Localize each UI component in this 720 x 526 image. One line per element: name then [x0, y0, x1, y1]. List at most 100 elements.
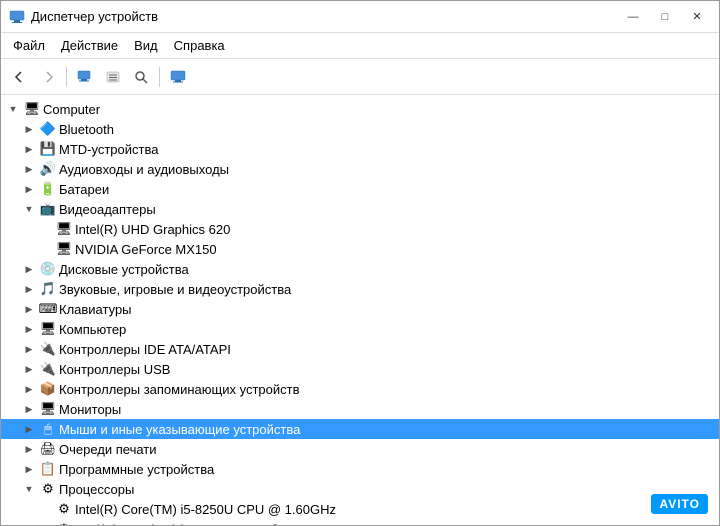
toolbar-back-button[interactable] — [7, 64, 33, 90]
tree-item-cpu2[interactable]: ⚙Intel(R) Core(TM) i5-8250U CPU @ 1.60GH… — [1, 519, 719, 525]
tree-item-processors[interactable]: ▼⚙Процессоры — [1, 479, 719, 499]
item-label-keyboard: Клавиатуры — [59, 302, 132, 317]
item-label-cpu1: Intel(R) Core(TM) i5-8250U CPU @ 1.60GHz — [75, 502, 336, 517]
item-icon-mtd: 💾 — [40, 141, 56, 157]
expand-btn-print[interactable]: ▶ — [21, 441, 37, 457]
item-icon-print: 🖨 — [40, 441, 56, 457]
tree-item-software[interactable]: ▶📋Программные устройства — [1, 459, 719, 479]
item-label-computer: Computer — [43, 102, 100, 117]
menu-bar: ФайлДействиеВидСправка — [1, 33, 719, 59]
computer-icon — [77, 70, 93, 84]
tree-item-mtd[interactable]: ▶💾MTD-устройства — [1, 139, 719, 159]
tree-item-monitors[interactable]: ▶🖥Мониторы — [1, 399, 719, 419]
item-label-usb: Контроллеры USB — [59, 362, 170, 377]
expand-btn-gpu1 — [37, 221, 53, 237]
expand-btn-monitors[interactable]: ▶ — [21, 401, 37, 417]
toolbar-computer-button[interactable] — [72, 64, 98, 90]
expand-btn-keyboard[interactable]: ▶ — [21, 301, 37, 317]
item-label-print: Очереди печати — [59, 442, 157, 457]
item-label-processors: Процессоры — [59, 482, 134, 497]
expand-btn-cpu2 — [37, 521, 53, 525]
item-icon-audio: 🔊 — [40, 161, 56, 177]
item-label-computer2: Компьютер — [59, 322, 126, 337]
tree-item-display[interactable]: ▼📺Видеоадаптеры — [1, 199, 719, 219]
toolbar-forward-button[interactable] — [35, 64, 61, 90]
expand-btn-diskdrives[interactable]: ▶ — [21, 261, 37, 277]
tree-item-diskdrives[interactable]: ▶💿Дисковые устройства — [1, 259, 719, 279]
expand-btn-processors[interactable]: ▼ — [21, 481, 37, 497]
toolbar-separator-1 — [66, 67, 67, 87]
tree-item-computer[interactable]: ▼🖥Computer — [1, 99, 719, 119]
tree-item-gpu1[interactable]: 🖥Intel(R) UHD Graphics 620 — [1, 219, 719, 239]
tree-item-usb[interactable]: ▶🔌Контроллеры USB — [1, 359, 719, 379]
tree-item-audio[interactable]: ▶🔊Аудиовходы и аудиовыходы — [1, 159, 719, 179]
tree-item-print[interactable]: ▶🖨Очереди печати — [1, 439, 719, 459]
item-icon-gpu1: 🖥 — [56, 221, 72, 237]
item-label-monitors: Мониторы — [59, 402, 121, 417]
title-bar-left: Диспетчер устройств — [9, 9, 158, 25]
window-title: Диспетчер устройств — [31, 9, 158, 24]
item-label-display: Видеоадаптеры — [59, 202, 156, 217]
avito-badge: AVITO — [651, 494, 708, 514]
toolbar-list-button[interactable] — [100, 64, 126, 90]
item-label-bluetooth: Bluetooth — [59, 122, 114, 137]
content-area: ▼🖥Computer▶🔷Bluetooth▶💾MTD-устройства▶🔊А… — [1, 95, 719, 525]
expand-btn-storage[interactable]: ▶ — [21, 381, 37, 397]
expand-btn-sound[interactable]: ▶ — [21, 281, 37, 297]
tree-item-storage[interactable]: ▶📦Контроллеры запоминающих устройств — [1, 379, 719, 399]
item-icon-processors: ⚙ — [40, 481, 56, 497]
item-label-software: Программные устройства — [59, 462, 214, 477]
item-label-gpu2: NVIDIA GeForce MX150 — [75, 242, 217, 257]
title-icon — [9, 9, 25, 25]
menu-item-файл[interactable]: Файл — [5, 35, 53, 56]
expand-btn-bluetooth[interactable]: ▶ — [21, 121, 37, 137]
expand-btn-mtd[interactable]: ▶ — [21, 141, 37, 157]
menu-item-справка[interactable]: Справка — [166, 35, 233, 56]
toolbar-search-button[interactable] — [128, 64, 154, 90]
tree-item-mice[interactable]: ▶🖱Мыши и иные указывающие устройства — [1, 419, 719, 439]
tree-item-cpu1[interactable]: ⚙Intel(R) Core(TM) i5-8250U CPU @ 1.60GH… — [1, 499, 719, 519]
item-icon-ide: 🔌 — [40, 341, 56, 357]
expand-btn-gpu2 — [37, 241, 53, 257]
tree-item-gpu2[interactable]: 🖥NVIDIA GeForce MX150 — [1, 239, 719, 259]
expand-btn-battery[interactable]: ▶ — [21, 181, 37, 197]
title-bar: Диспетчер устройств — □ ✕ — [1, 1, 719, 33]
item-label-mice: Мыши и иные указывающие устройства — [59, 422, 300, 437]
close-button[interactable]: ✕ — [683, 7, 711, 27]
item-label-audio: Аудиовходы и аудиовыходы — [59, 162, 229, 177]
search-icon — [134, 70, 148, 84]
item-label-storage: Контроллеры запоминающих устройств — [59, 382, 299, 397]
item-icon-gpu2: 🖥 — [56, 241, 72, 257]
expand-btn-ide[interactable]: ▶ — [21, 341, 37, 357]
toolbar-separator-2 — [159, 67, 160, 87]
item-icon-computer: 🖥 — [24, 101, 40, 117]
item-icon-storage: 📦 — [40, 381, 56, 397]
tree-item-bluetooth[interactable]: ▶🔷Bluetooth — [1, 119, 719, 139]
item-icon-monitors: 🖥 — [40, 401, 56, 417]
device-tree[interactable]: ▼🖥Computer▶🔷Bluetooth▶💾MTD-устройства▶🔊А… — [1, 95, 719, 525]
expand-btn-display[interactable]: ▼ — [21, 201, 37, 217]
menu-item-вид[interactable]: Вид — [126, 35, 166, 56]
item-icon-mice: 🖱 — [40, 421, 56, 437]
menu-item-действие[interactable]: Действие — [53, 35, 126, 56]
device-manager-window: Диспетчер устройств — □ ✕ ФайлДействиеВи… — [0, 0, 720, 526]
expand-btn-mice[interactable]: ▶ — [21, 421, 37, 437]
expand-btn-cpu1 — [37, 501, 53, 517]
item-icon-battery: 🔋 — [40, 181, 56, 197]
expand-btn-computer[interactable]: ▼ — [5, 101, 21, 117]
expand-btn-software[interactable]: ▶ — [21, 461, 37, 477]
list-icon — [106, 70, 120, 84]
tree-item-keyboard[interactable]: ▶⌨Клавиатуры — [1, 299, 719, 319]
expand-btn-computer2[interactable]: ▶ — [21, 321, 37, 337]
minimize-button[interactable]: — — [619, 7, 647, 27]
tree-item-sound[interactable]: ▶🎵Звуковые, игровые и видеоустройства — [1, 279, 719, 299]
item-icon-computer2: 🖥 — [40, 321, 56, 337]
expand-btn-audio[interactable]: ▶ — [21, 161, 37, 177]
toolbar-display-button[interactable] — [165, 64, 191, 90]
maximize-button[interactable]: □ — [651, 7, 679, 27]
tree-item-computer2[interactable]: ▶🖥Компьютер — [1, 319, 719, 339]
tree-item-ide[interactable]: ▶🔌Контроллеры IDE ATA/ATAPI — [1, 339, 719, 359]
expand-btn-usb[interactable]: ▶ — [21, 361, 37, 377]
item-icon-software: 📋 — [40, 461, 56, 477]
tree-item-battery[interactable]: ▶🔋Батареи — [1, 179, 719, 199]
